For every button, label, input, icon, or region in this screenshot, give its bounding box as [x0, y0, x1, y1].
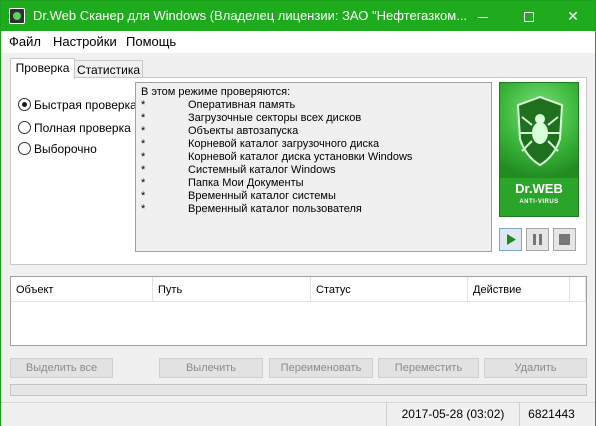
- column-header-path[interactable]: Путь: [153, 277, 311, 302]
- delete-button[interactable]: Удалить: [484, 358, 587, 378]
- item-text: Корневой каталог диска установки Windows: [188, 151, 413, 163]
- column-header-action[interactable]: Действие: [468, 277, 570, 302]
- item-text: Системный каталог Windows: [188, 164, 336, 176]
- spider-shield-icon: [516, 95, 564, 167]
- radio-selected-icon: [18, 98, 31, 111]
- last-update-date: 2017-05-28 (03:02): [386, 403, 519, 426]
- radio-icon: [18, 121, 31, 134]
- radio-icon: [18, 142, 31, 155]
- window-title: Dr.Web Сканер для Windows (Владелец лице…: [33, 8, 468, 23]
- bullet: *: [141, 112, 146, 124]
- start-scan-button[interactable]: [499, 228, 522, 251]
- radio-label: Быстрая проверка: [34, 98, 137, 112]
- tab-statistics[interactable]: Статистика: [74, 60, 143, 78]
- title-bar[interactable]: Dr.Web Сканер для Windows (Владелец лице…: [1, 1, 595, 31]
- close-button[interactable]: ✕: [550, 1, 596, 31]
- maximize-icon: [524, 12, 534, 23]
- radio-label: Выборочно: [34, 142, 97, 156]
- scanner-window: Dr.Web Сканер для Windows (Владелец лице…: [0, 0, 596, 426]
- virus-records-count: 6821443: [519, 403, 583, 426]
- menu-settings[interactable]: Настройки: [53, 34, 117, 49]
- rename-button[interactable]: Переименовать: [269, 358, 373, 378]
- minimize-icon: [478, 16, 488, 18]
- item-text: Временный каталог пользователя: [188, 203, 362, 215]
- menu-bar: Файл Настройки Помощь: [1, 31, 595, 53]
- close-icon: ✕: [567, 8, 579, 24]
- bullet: *: [141, 203, 146, 215]
- radio-quick-scan[interactable]: Быстрая проверка: [18, 98, 137, 112]
- item-text: Загрузочные секторы всех дисков: [188, 112, 362, 124]
- bullet: *: [141, 190, 146, 202]
- results-list[interactable]: Объект Путь Статус Действие: [10, 276, 587, 346]
- tab-check[interactable]: Проверка: [10, 58, 75, 79]
- bullet: *: [141, 138, 146, 150]
- bullet: *: [141, 99, 146, 111]
- cure-button[interactable]: Вылечить: [159, 358, 263, 378]
- bullet: *: [141, 177, 146, 189]
- play-icon: [507, 234, 516, 245]
- scan-progress-bar: [10, 384, 587, 396]
- item-text: Оперативная память: [188, 99, 296, 111]
- pause-scan-button[interactable]: [526, 228, 549, 251]
- minimize-button[interactable]: [460, 1, 506, 31]
- menu-file[interactable]: Файл: [9, 34, 41, 49]
- logo-brand: Dr.WEB: [515, 181, 563, 196]
- item-text: Объекты автозапуска: [188, 125, 299, 137]
- pause-icon: [533, 234, 542, 245]
- drweb-logo: Dr.WEB ANTI-VIRUS: [499, 82, 579, 217]
- description-header: В этом режиме проверяются:: [141, 86, 291, 98]
- move-button[interactable]: Переместить: [378, 358, 479, 378]
- bullet: *: [141, 125, 146, 137]
- radio-custom-scan[interactable]: Выборочно: [18, 142, 97, 156]
- logo-subtitle: ANTI-VIRUS: [519, 199, 559, 205]
- stop-scan-button[interactable]: [553, 228, 576, 251]
- column-header-status[interactable]: Статус: [311, 277, 468, 302]
- maximize-button[interactable]: [506, 1, 552, 31]
- item-text: Временный каталог системы: [188, 190, 336, 202]
- drweb-app-icon: [9, 8, 25, 24]
- item-text: Корневой каталог загрузочного диска: [188, 138, 380, 150]
- item-text: Папка Мои Документы: [188, 177, 304, 189]
- stop-icon: [559, 234, 570, 245]
- bullet: *: [141, 164, 146, 176]
- status-bar: 2017-05-28 (03:02) 6821443: [1, 402, 595, 426]
- column-header-object[interactable]: Объект: [11, 277, 153, 302]
- menu-help[interactable]: Помощь: [126, 34, 176, 49]
- column-header-filler: [570, 277, 586, 302]
- select-all-button[interactable]: Выделить все: [10, 358, 113, 378]
- radio-full-scan[interactable]: Полная проверка: [18, 121, 131, 135]
- scan-description: В этом режиме проверяются: * Оперативная …: [135, 82, 492, 252]
- radio-label: Полная проверка: [34, 121, 131, 135]
- bullet: *: [141, 151, 146, 163]
